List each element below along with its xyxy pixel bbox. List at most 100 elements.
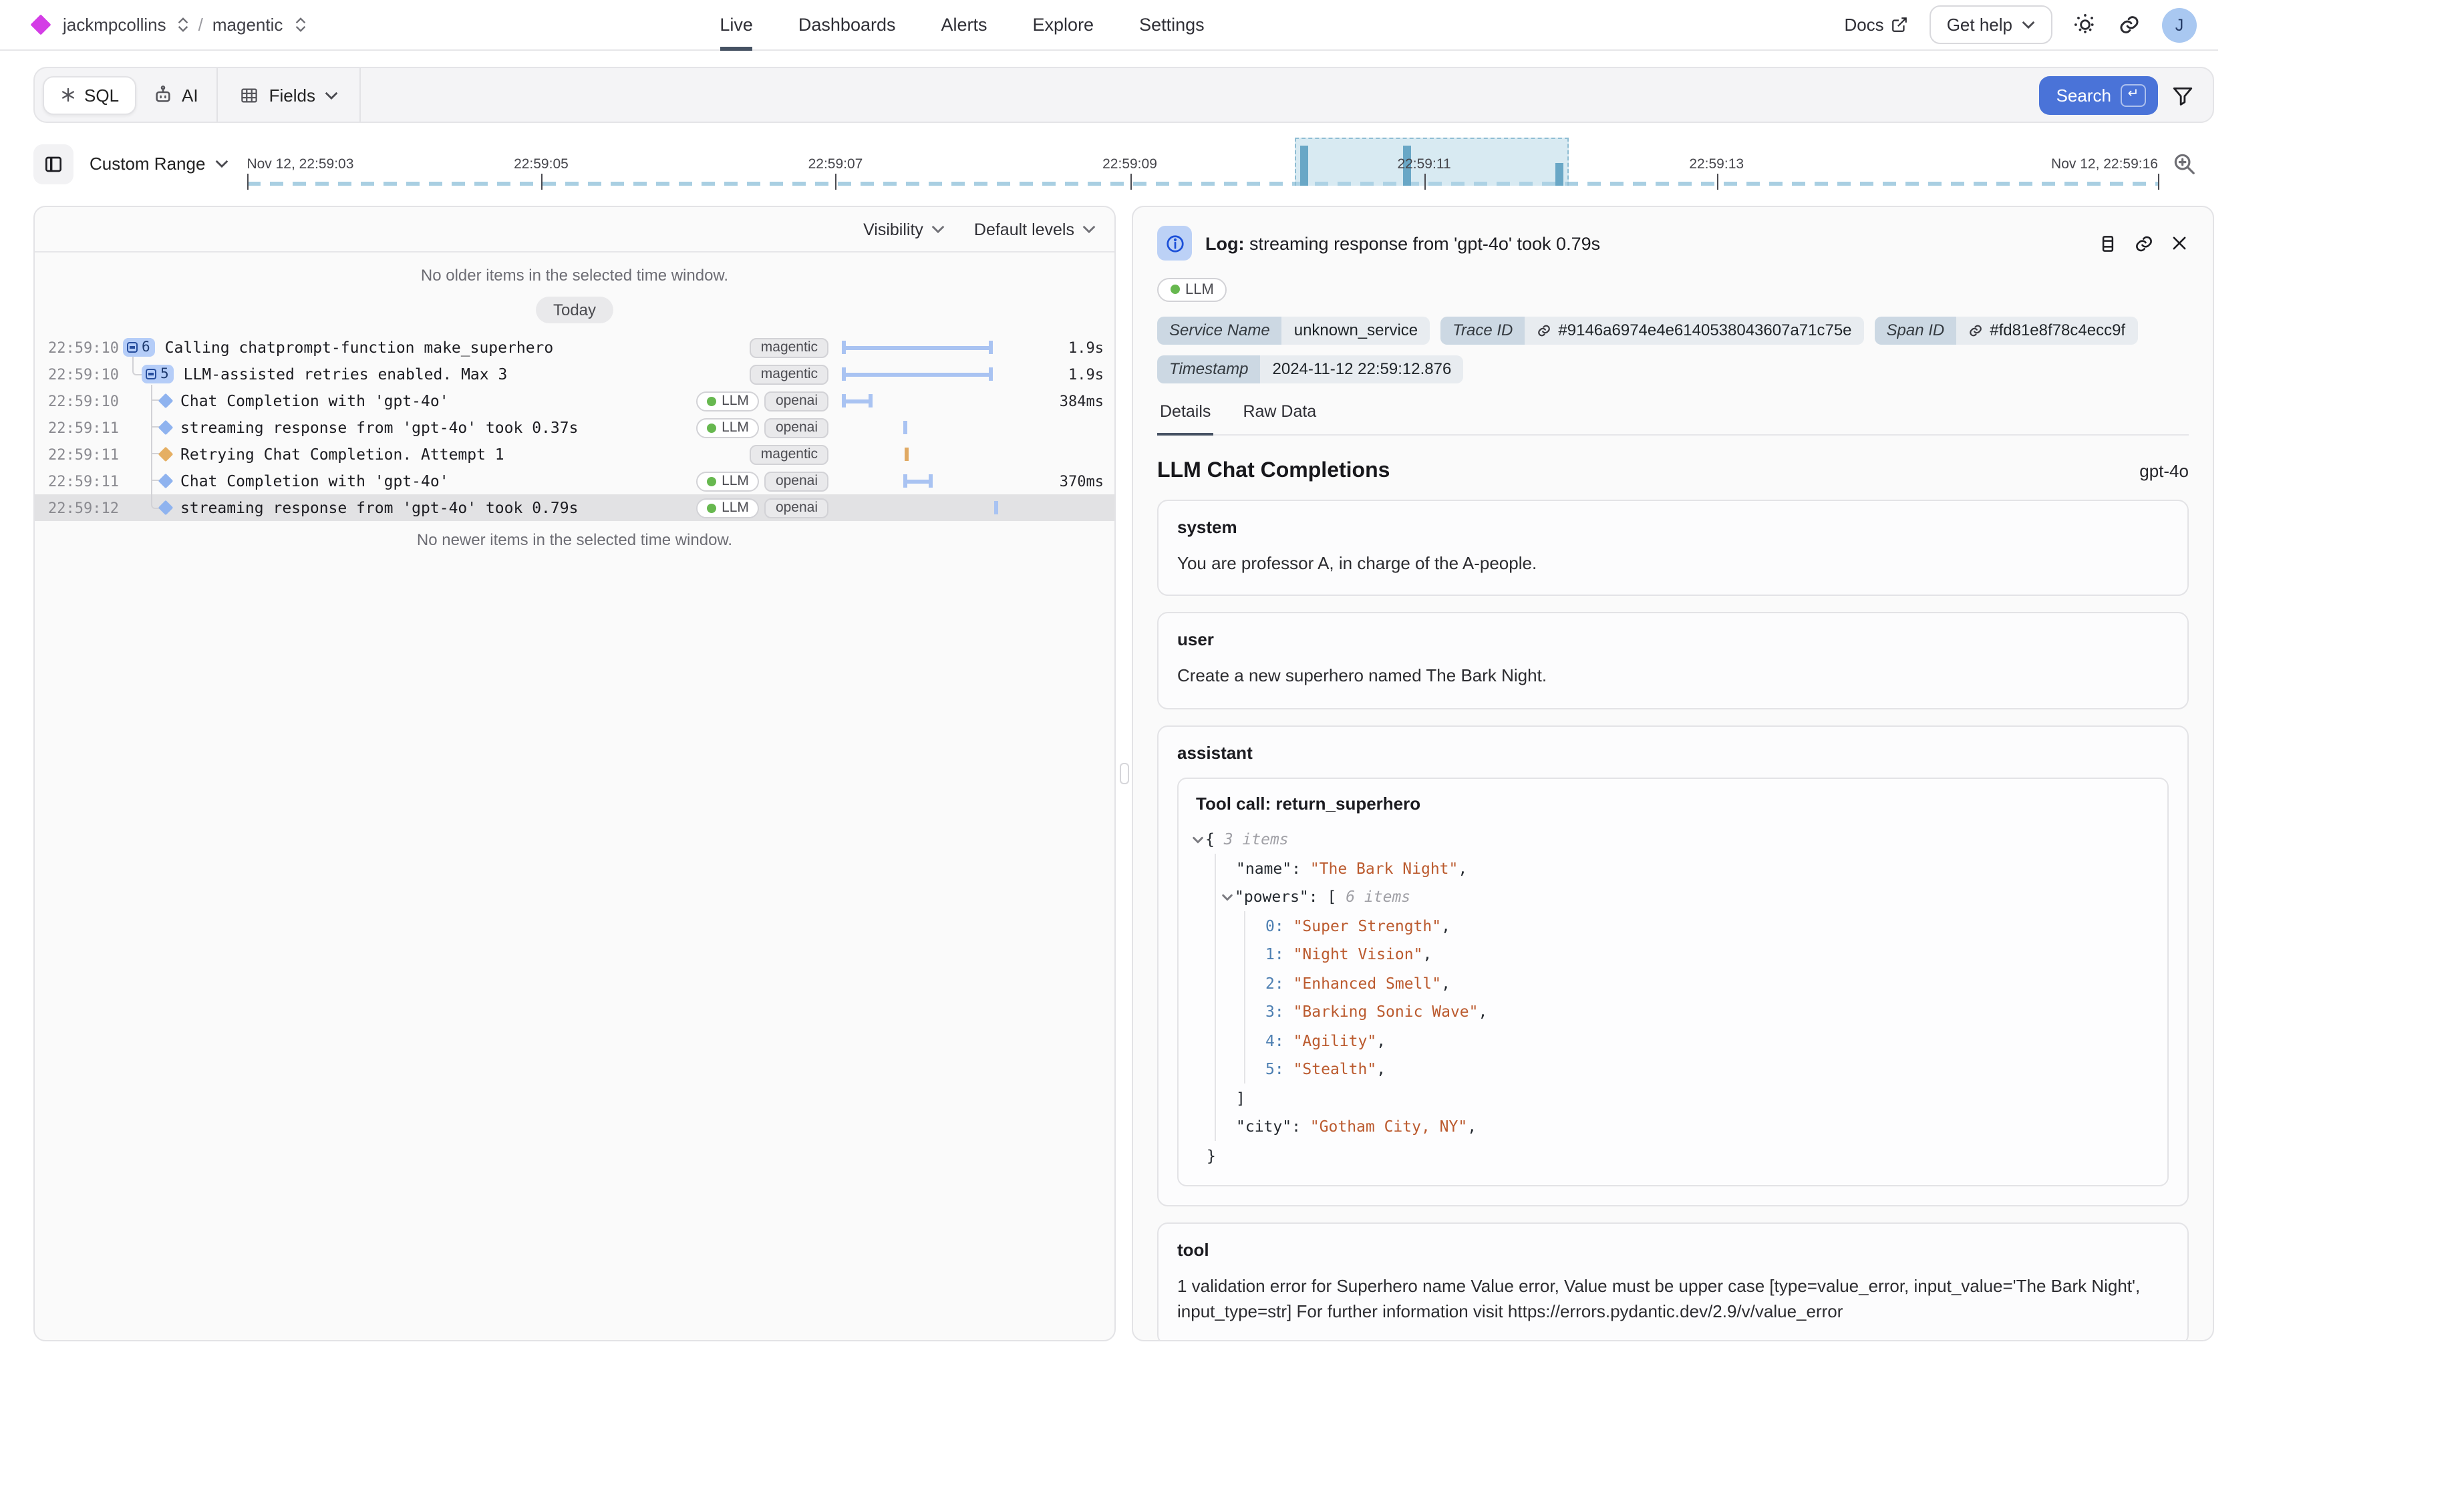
- log-row[interactable]: 22:59:11Chat Completion with 'gpt-4o'LLM…: [35, 468, 1114, 494]
- span-diamond-icon: [160, 395, 171, 406]
- no-newer-items-note: No newer items in the selected time wind…: [35, 530, 1114, 549]
- project-switcher-icon[interactable]: [295, 17, 305, 32]
- link-icon: [2134, 233, 2154, 253]
- json-tree: { 3 items"name": "The Bark Night","power…: [1196, 825, 2150, 1170]
- today-divider: Today: [536, 297, 613, 323]
- tab-settings[interactable]: Settings: [1139, 0, 1205, 50]
- row-timestamp: 22:59:11: [48, 446, 123, 463]
- collapse-badge[interactable]: 5: [142, 365, 174, 383]
- model-label: gpt-4o: [2139, 460, 2189, 480]
- log-row[interactable]: 22:59:12 streaming response from 'gpt-4o'…: [35, 494, 1114, 521]
- scope-tag: magentic: [750, 364, 828, 384]
- collapse-caret-icon[interactable]: [1221, 891, 1235, 903]
- json-line: ]: [1196, 1084, 2150, 1112]
- row-duration-bar: [842, 387, 1042, 414]
- detail-tab-raw-data[interactable]: Raw Data: [1240, 401, 1319, 435]
- sql-mode-button[interactable]: SQL: [43, 75, 136, 114]
- sidebar-toggle-button[interactable]: [33, 144, 73, 184]
- log-row[interactable]: 22:59:11streaming response from 'gpt-4o'…: [35, 414, 1114, 441]
- span-diamond-icon: [160, 502, 171, 513]
- link-icon: [1537, 323, 1551, 337]
- timeline-tick-label: Nov 12, 22:59:03: [247, 156, 353, 172]
- log-row[interactable]: 22:59:10Chat Completion with 'gpt-4o'LLM…: [35, 387, 1114, 414]
- llm-tag: LLM: [696, 471, 760, 491]
- tab-dashboards[interactable]: Dashboards: [798, 0, 896, 50]
- default-levels-dropdown[interactable]: Default levels: [974, 220, 1096, 238]
- llm-tag: LLM: [696, 498, 760, 518]
- row-message: streaming response from 'gpt-4o' took 0.…: [180, 498, 578, 517]
- breadcrumb-project[interactable]: magentic: [212, 15, 283, 35]
- external-link-icon: [1891, 16, 1908, 33]
- llm-tag-label: LLM: [1185, 281, 1214, 297]
- span-diamond-icon: [160, 476, 171, 486]
- row-duration-bar: [842, 468, 1042, 494]
- minus-square-icon: [146, 369, 156, 379]
- close-button[interactable]: [2170, 234, 2189, 253]
- scope-tag: openai: [765, 418, 828, 438]
- message-text: 1 validation error for Superhero name Va…: [1177, 1273, 2169, 1325]
- row-timestamp: 22:59:12: [48, 499, 123, 516]
- timeline-track[interactable]: Nov 12, 22:59:0322:59:0522:59:0722:59:09…: [247, 134, 2158, 193]
- timeline-tick-label: 22:59:07: [808, 156, 863, 172]
- copy-link-button[interactable]: [2134, 233, 2154, 253]
- tab-alerts[interactable]: Alerts: [941, 0, 987, 50]
- share-link-button[interactable]: [2118, 13, 2141, 36]
- timeline-tick-mark: [1716, 173, 1718, 189]
- collapse-caret-icon[interactable]: [1192, 834, 1205, 846]
- row-timestamp: 22:59:11: [48, 419, 123, 436]
- docs-link[interactable]: Docs: [1844, 15, 1907, 35]
- row-duration-label: 1.9s: [1042, 365, 1104, 383]
- search-button[interactable]: Search ↵: [2039, 75, 2158, 114]
- tab-live[interactable]: Live: [720, 0, 753, 50]
- message-text: You are professor A, in charge of the A-…: [1177, 550, 2169, 576]
- chevron-down-icon: [1082, 224, 1096, 234]
- json-line: { 3 items: [1196, 825, 2150, 854]
- time-range-selector[interactable]: Custom Range: [90, 154, 228, 174]
- chevron-down-icon: [325, 90, 338, 100]
- timeline-tick-mark: [835, 173, 836, 189]
- table-view-icon: [2098, 233, 2118, 253]
- fields-button[interactable]: Fields: [221, 77, 357, 113]
- info-icon: [1157, 226, 1192, 261]
- search-label: Search: [2056, 85, 2111, 105]
- message-role: tool: [1177, 1239, 2169, 1259]
- search-bar: SQL AI Fields Search ↵: [33, 67, 2214, 123]
- timeline-tick-label: Nov 12, 22:59:16: [2051, 156, 2158, 172]
- visibility-dropdown[interactable]: Visibility: [863, 220, 945, 238]
- log-row[interactable]: 22:59:11Retrying Chat Completion. Attemp…: [35, 441, 1114, 468]
- scope-tag: openai: [765, 498, 828, 518]
- log-list-panel: Visibility Default levels No older items…: [33, 206, 1116, 1341]
- breadcrumb-org[interactable]: jackmpcollins: [63, 15, 166, 35]
- table-view-button[interactable]: [2098, 233, 2118, 253]
- ai-mode-button[interactable]: AI: [136, 76, 214, 114]
- avatar[interactable]: J: [2162, 7, 2197, 42]
- row-duration-bar: [842, 441, 1042, 468]
- llm-tag: LLM: [696, 418, 760, 438]
- filter-button[interactable]: [2171, 84, 2194, 106]
- row-timestamp: 22:59:11: [48, 472, 123, 490]
- collapse-badge[interactable]: 6: [123, 338, 156, 357]
- logfire-logo-icon: [30, 14, 51, 35]
- zoom-in-icon: [2171, 151, 2197, 176]
- timeline-tick-label: 22:59:09: [1102, 156, 1157, 172]
- json-line: 0: "Super Strength",: [1196, 911, 2150, 940]
- detail-tab-details[interactable]: Details: [1157, 401, 1213, 435]
- theme-toggle-button[interactable]: [2074, 13, 2097, 36]
- json-line: 2: "Enhanced Smell",: [1196, 969, 2150, 997]
- json-line: "name": "The Bark Night",: [1196, 854, 2150, 882]
- meta-value: 2024-11-12 22:59:12.876: [1261, 355, 1464, 383]
- json-line: }: [1196, 1141, 2150, 1170]
- meta-label: Span ID: [1875, 316, 1957, 344]
- panel-resizer[interactable]: [1116, 206, 1132, 1341]
- meta-value[interactable]: #fd81e8f78c4ecc9f: [1956, 316, 2137, 344]
- org-switcher-icon[interactable]: [178, 17, 189, 32]
- get-help-button[interactable]: Get help: [1930, 5, 2052, 44]
- log-row[interactable]: 22:59:106Calling chatprompt-function mak…: [35, 334, 1114, 361]
- log-row[interactable]: 22:59:105LLM-assisted retries enabled. M…: [35, 361, 1114, 387]
- meta-value[interactable]: #9146a6974e4e6140538043607a71c75e: [1525, 316, 1863, 344]
- tab-explore[interactable]: Explore: [1033, 0, 1094, 50]
- funnel-icon: [2171, 84, 2194, 106]
- query-input[interactable]: [363, 68, 2039, 122]
- timeline-zoom-button[interactable]: [2171, 151, 2197, 176]
- get-help-label: Get help: [1947, 15, 2012, 35]
